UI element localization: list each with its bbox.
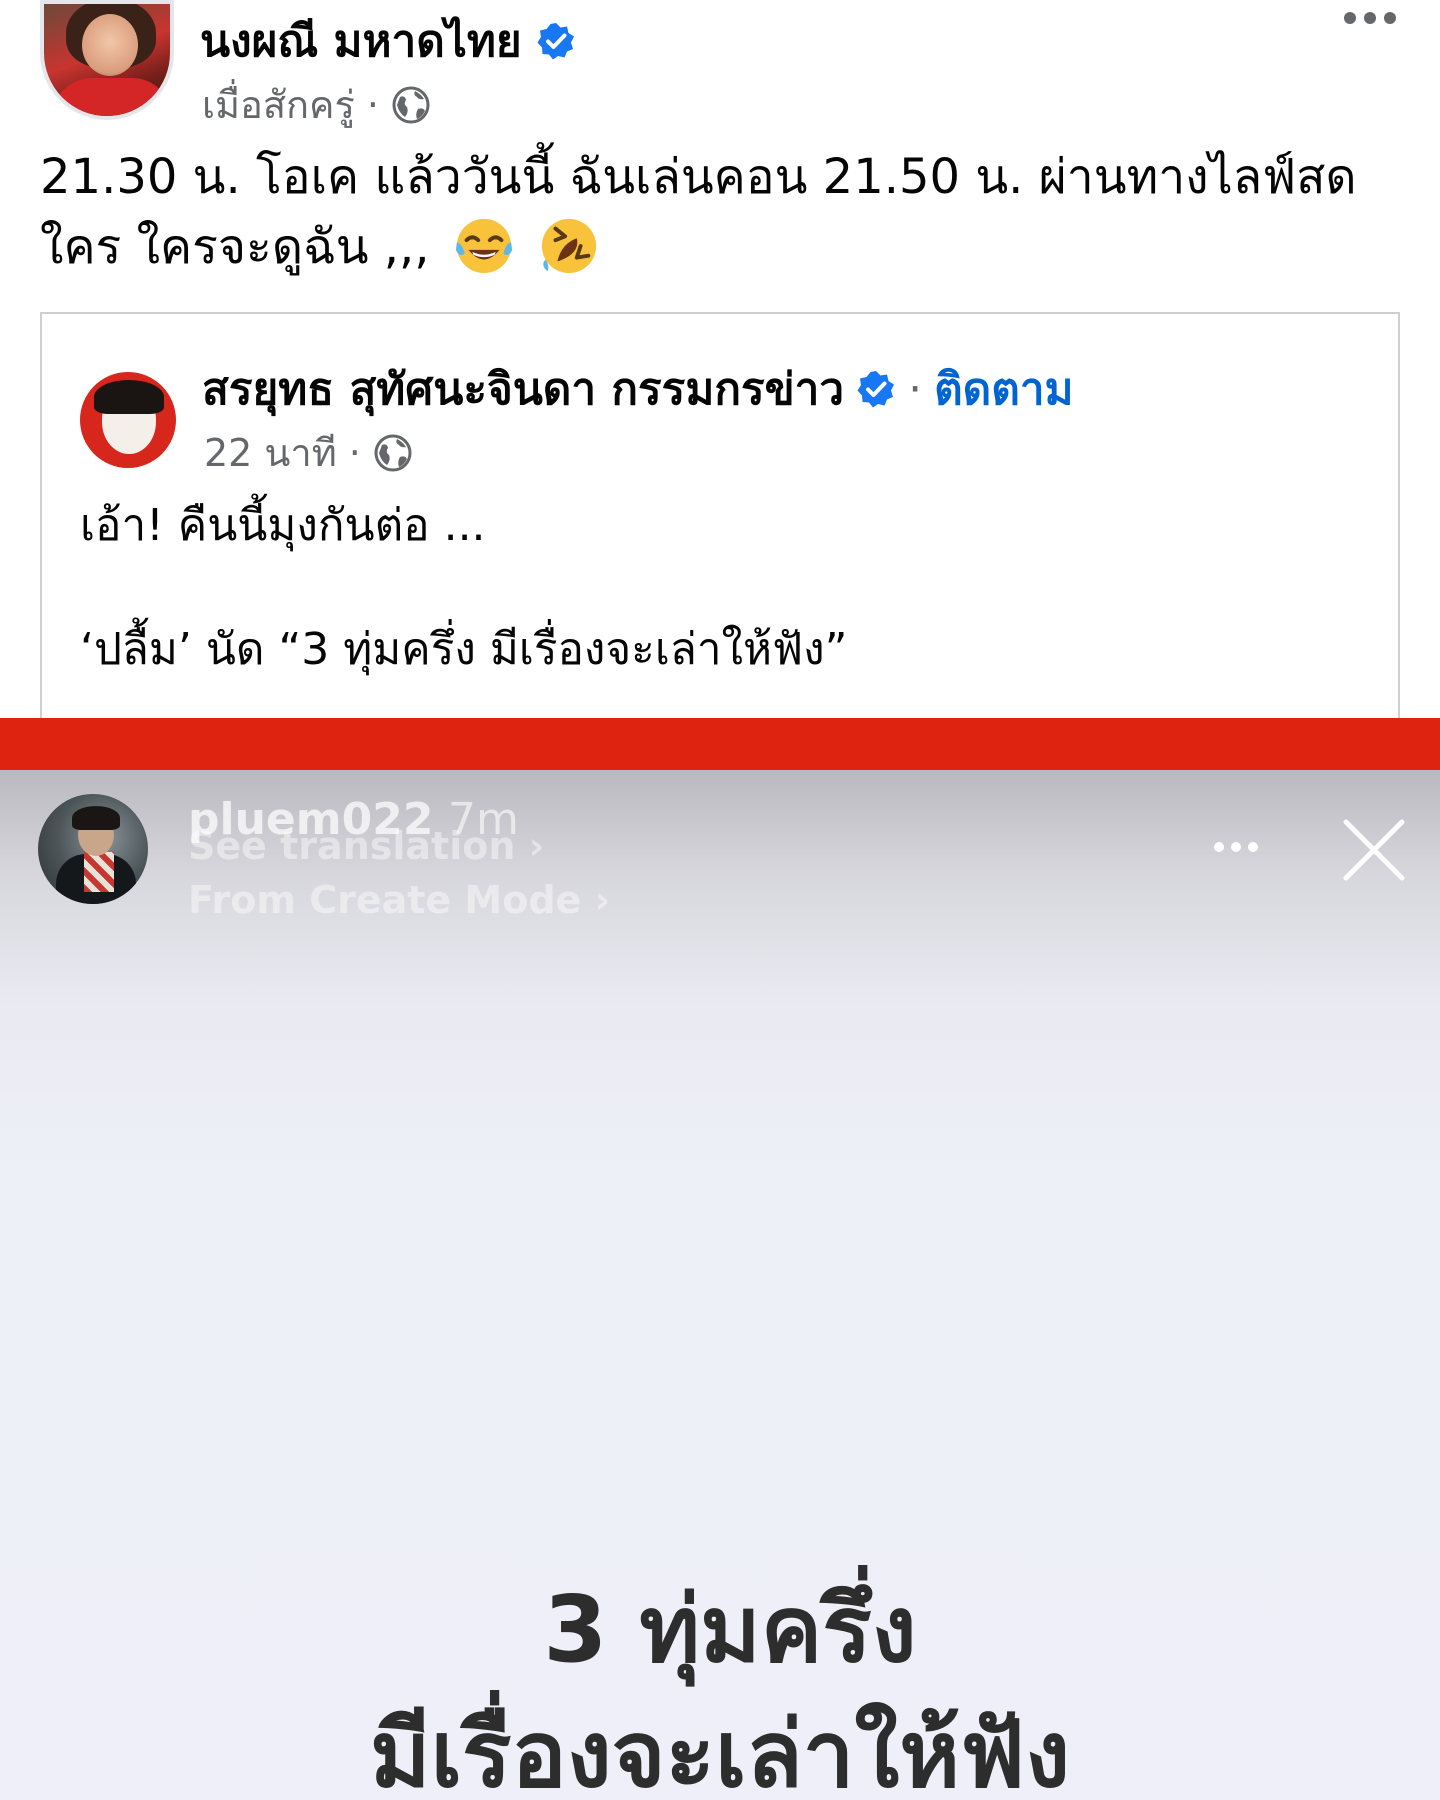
shared-meta: 22 นาที · <box>204 422 413 483</box>
avatar-dress <box>52 78 170 116</box>
facebook-post: นงผณี มหาดไทย เมื่อสักครู่ · 21.30 น. โอ… <box>0 0 1440 718</box>
shared-author: สรยุทธ สุทัศนะจินดา กรรมกรข่าว · ติดตาม <box>202 354 1074 424</box>
rolling-on-floor-laughing-icon <box>541 218 597 274</box>
shared-post-card[interactable]: สรยุทธ สุทัศนะจินดา กรรมกรข่าว · ติดตาม … <box>40 312 1400 718</box>
shared-time[interactable]: 22 นาที <box>204 422 337 483</box>
post-author[interactable]: นงผณี มหาดไทย <box>200 6 576 76</box>
section-divider <box>0 718 1440 770</box>
post-text: 21.30 น. โอเค แล้ววันนี้ ฉันเล่นคอน 21.5… <box>40 149 1357 275</box>
dot <box>1344 12 1356 24</box>
globe-icon[interactable] <box>373 433 413 473</box>
story-caption: 3 ทุ่มครึ่ง มีเรื่องจะเล่าให้ฟัง <box>0 1570 1440 1800</box>
author-avatar[interactable] <box>40 0 174 120</box>
more-options-icon[interactable] <box>1214 842 1258 852</box>
avatar-scarf <box>84 852 114 892</box>
meta-separator: · <box>366 82 379 127</box>
post-meta: เมื่อสักครู่ · <box>202 74 431 135</box>
dot <box>1214 842 1224 852</box>
close-icon[interactable] <box>1338 814 1410 886</box>
dot <box>1384 12 1396 24</box>
dot <box>1231 842 1241 852</box>
post-author-name[interactable]: นงผณี มหาดไทย <box>200 6 522 76</box>
face-with-tears-of-joy-icon <box>455 218 512 274</box>
create-mode-link[interactable]: From Create Mode › <box>188 878 610 922</box>
shared-text-line: เอ้า! คืนนี้มุงกันต่อ ... <box>80 500 486 551</box>
story-avatar[interactable] <box>38 794 148 904</box>
see-translation-link[interactable]: See translation › <box>188 824 544 868</box>
verified-badge-icon <box>857 371 895 408</box>
meta-separator: · <box>348 430 361 475</box>
shared-author-name[interactable]: สรยุทธ สุทัศนะจินดา กรรมกรข่าว <box>202 354 844 424</box>
story-caption-line: 3 ทุ่มครึ่ง <box>543 1576 917 1683</box>
verified-badge-icon <box>537 23 574 60</box>
follow-button[interactable]: ติดตาม <box>934 354 1073 424</box>
shared-text-line: ‘ปลื้ม’ นัด “3 ทุ่มครึ่ง มีเรื่องจะเล่าใ… <box>80 624 848 675</box>
dot <box>1364 12 1376 24</box>
dot <box>1248 842 1258 852</box>
instagram-story: pluem022 7m See translation › From Creat… <box>0 770 1440 1800</box>
globe-icon[interactable] <box>391 85 431 125</box>
post-time[interactable]: เมื่อสักครู่ <box>202 74 355 135</box>
avatar-hair <box>94 380 164 414</box>
story-caption-line: มีเรื่องจะเล่าให้ฟัง <box>369 1701 1071 1800</box>
avatar-hair <box>72 806 120 830</box>
avatar-face <box>82 14 138 76</box>
post-body: 21.30 น. โอเค แล้ววันนี้ ฉันเล่นคอน 21.5… <box>40 142 1410 282</box>
more-options-icon[interactable] <box>1344 12 1396 24</box>
shared-author-avatar[interactable] <box>80 372 176 468</box>
meta-separator: · <box>908 363 923 415</box>
